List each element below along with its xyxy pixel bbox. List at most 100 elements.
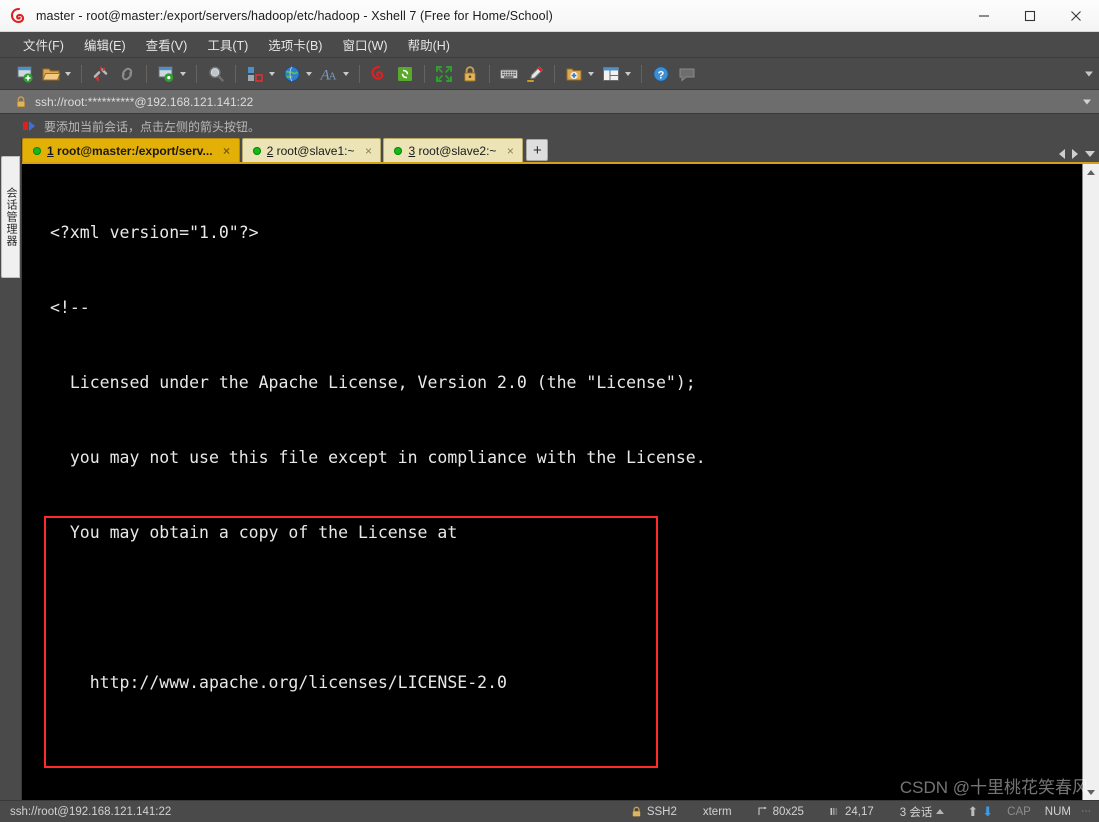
menu-window[interactable]: 窗口(W) [333,32,396,57]
address-input[interactable]: ssh://root:**********@192.168.121.141:22 [35,95,253,109]
tab-label: 3 root@slave2:~ [408,144,496,158]
lock-button[interactable] [457,61,483,87]
menu-help[interactable]: 帮助(H) [399,32,459,57]
font-button[interactable]: A A [316,61,353,87]
help-button[interactable]: ? [648,61,674,87]
new-tab-caret-icon[interactable] [585,63,596,85]
svg-text:?: ? [658,69,665,81]
terminal-line: http://www.apache.org/licenses/LICENSE-2… [50,673,507,692]
terminal-line: you may not use this file except in comp… [50,448,706,467]
menu-tabs[interactable]: 选项卡(B) [259,32,331,57]
close-button[interactable] [1053,0,1099,32]
toolbar-divider [235,64,236,83]
transfer-caret-icon[interactable] [266,63,277,85]
new-tab-button[interactable]: + [526,139,549,161]
tab-root-slave2[interactable]: 3 root@slave2:~ × [383,138,524,162]
toolbar-divider [146,64,147,83]
notice-bar: 要添加当前会话，点击左侧的箭头按钮。 [0,114,1099,138]
terminal-wrapper: <?xml version="1.0"?> <!-- Licensed unde… [22,164,1099,800]
close-icon[interactable]: × [221,144,233,158]
close-icon[interactable]: × [362,144,374,158]
globe-caret-icon[interactable] [303,63,314,85]
tab-number: 1 [47,143,54,158]
status-num-lock: NUM [1044,805,1071,818]
tab-root-slave1[interactable]: 2 root@slave1:~ × [241,138,382,162]
column-icon [830,806,840,817]
terminal-column: 1 root@master:/export/serv... × 2 root@s… [22,138,1099,800]
minimize-button[interactable] [961,0,1007,32]
reconnect-button[interactable] [114,61,140,87]
globe-button[interactable] [279,61,316,87]
open-session-button[interactable] [38,61,75,87]
chevron-down-icon[interactable] [1083,99,1091,104]
highlight-icon [524,63,546,85]
transfer-icon [244,63,266,85]
disconnect-button[interactable] [88,61,114,87]
keyboard-icon [498,63,520,85]
tab-label: 2 root@slave1:~ [267,144,355,158]
session-properties-caret-icon[interactable] [177,63,188,85]
transfer-button[interactable] [242,61,279,87]
highlight-button[interactable] [522,61,548,87]
terminal-line: You may obtain a copy of the License at [50,523,458,542]
address-bar[interactable]: ssh://root:**********@192.168.121.141:22 [0,90,1099,114]
tab-number: 3 [408,143,416,158]
title-bar: master - root@master:/export/servers/had… [0,0,1099,32]
new-session-button[interactable] [12,61,38,87]
tab-prev-icon[interactable] [1059,149,1065,159]
tab-list-icon[interactable] [1085,151,1095,157]
new-tab-button[interactable] [561,61,598,87]
menu-tools[interactable]: 工具(T) [198,32,257,57]
terminal-scrollbar[interactable] [1082,164,1099,800]
maximize-button[interactable] [1007,0,1053,32]
layout-caret-icon[interactable] [622,63,633,85]
scroll-down-icon[interactable] [1083,784,1099,800]
session-manager-label: 会话管理器 [5,187,17,247]
lock-icon [631,806,642,818]
keyboard-button[interactable] [496,61,522,87]
open-folder-icon [40,63,62,85]
tab-next-icon[interactable] [1072,149,1078,159]
fullscreen-icon [433,63,455,85]
tab-root-master[interactable]: 1 root@master:/export/serv... × [22,138,240,162]
comment-button[interactable] [674,61,700,87]
menu-file[interactable]: 文件(F) [14,32,73,57]
comment-icon [676,63,698,85]
new-tab-icon [563,63,585,85]
menu-view[interactable]: 查看(V) [137,32,197,57]
find-button[interactable] [203,61,229,87]
help-icon: ? [650,63,672,85]
resize-icon [758,806,768,817]
lock-icon [459,63,481,85]
xshell-button[interactable] [366,61,392,87]
status-protocol: SSH2 [618,806,690,818]
xftp-button[interactable] [392,61,418,87]
resize-grip-icon[interactable]: ⋯ [1077,806,1091,817]
toolbar-divider [81,64,82,83]
session-properties-button[interactable] [153,61,190,87]
chevron-up-icon[interactable] [936,809,945,814]
layout-button[interactable] [598,61,635,87]
terminal-screen[interactable]: <?xml version="1.0"?> <!-- Licensed unde… [22,164,1082,800]
close-icon[interactable]: × [504,144,516,158]
toolbar-divider [489,64,490,83]
status-size: 80x25 [745,806,817,818]
menu-edit[interactable]: 编辑(E) [75,32,135,57]
connected-status-icon [394,146,403,155]
toolbar: A A ? [0,58,1099,90]
fullscreen-button[interactable] [431,61,457,87]
session-manager-strip: 会话管理器 [0,138,22,800]
xftp-icon [394,63,416,85]
session-manager-tab[interactable]: 会话管理器 [1,156,20,278]
toolbar-divider [359,64,360,83]
status-terminal-type: xterm [702,805,732,818]
status-cursor-label: 24,17 [844,805,874,818]
tab-title: root@master:/export/serv... [57,143,213,158]
tab-number: 2 [266,143,274,158]
toolbar-overflow-caret-icon[interactable] [1085,71,1093,76]
font-caret-icon[interactable] [340,63,351,85]
connected-status-icon [252,146,261,155]
open-session-caret-icon[interactable] [62,63,73,85]
status-transfer-indicators: ⬆ ⬇ [961,804,999,820]
scroll-up-icon[interactable] [1083,164,1099,180]
